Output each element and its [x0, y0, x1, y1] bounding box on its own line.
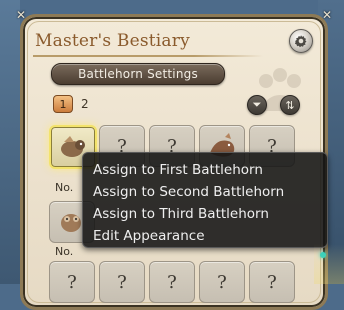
battlehorn-settings-button[interactable]: Battlehorn Settings [51, 63, 225, 85]
title-divider [33, 55, 263, 57]
page-tab-2[interactable]: 2 [81, 97, 89, 111]
sort-icon: ⇅ [285, 98, 295, 112]
sort-button[interactable]: ⇅ [280, 95, 300, 115]
window-corner-decoration-icon: ✕ [15, 8, 27, 22]
filter-button[interactable]: ⏷ [247, 95, 267, 115]
assign-third-battlehorn-menu-item[interactable]: Assign to Third Battlehorn [83, 203, 327, 225]
edit-appearance-menu-item[interactable]: Edit Appearance [83, 225, 327, 247]
unknown-slot-icon: ? [217, 271, 227, 293]
slot-label-no: No. [55, 245, 74, 258]
bestiary-slot-14[interactable]: ? [199, 261, 245, 303]
background-decoration [314, 244, 344, 284]
assign-second-battlehorn-menu-item[interactable]: Assign to Second Battlehorn [83, 181, 327, 203]
page-tabs: 1 2 [53, 95, 89, 113]
window-corner-decoration-icon: ✕ [321, 8, 333, 22]
unknown-slot-icon: ? [167, 271, 177, 293]
unknown-slot-icon: ? [267, 271, 277, 293]
bestiary-slot-11[interactable]: ? [49, 261, 95, 303]
unknown-slot-icon: ? [67, 271, 77, 293]
settings-gear-icon[interactable] [289, 29, 313, 53]
page-tab-1[interactable]: 1 [53, 95, 73, 113]
background-left [0, 0, 20, 284]
window-title: Master's Bestiary [35, 31, 190, 51]
context-menu: Assign to First Battlehorn Assign to Sec… [82, 152, 328, 248]
bestiary-slot-13[interactable]: ? [149, 261, 195, 303]
unknown-slot-icon: ? [117, 271, 127, 293]
filter-icon: ⏷ [252, 98, 262, 111]
gear-icon [294, 35, 307, 48]
bestiary-slot-15[interactable]: ? [249, 261, 295, 303]
bestiary-slot-12[interactable]: ? [99, 261, 145, 303]
assign-first-battlehorn-menu-item[interactable]: Assign to First Battlehorn [83, 159, 327, 181]
slot-label-no: No. [55, 181, 74, 194]
